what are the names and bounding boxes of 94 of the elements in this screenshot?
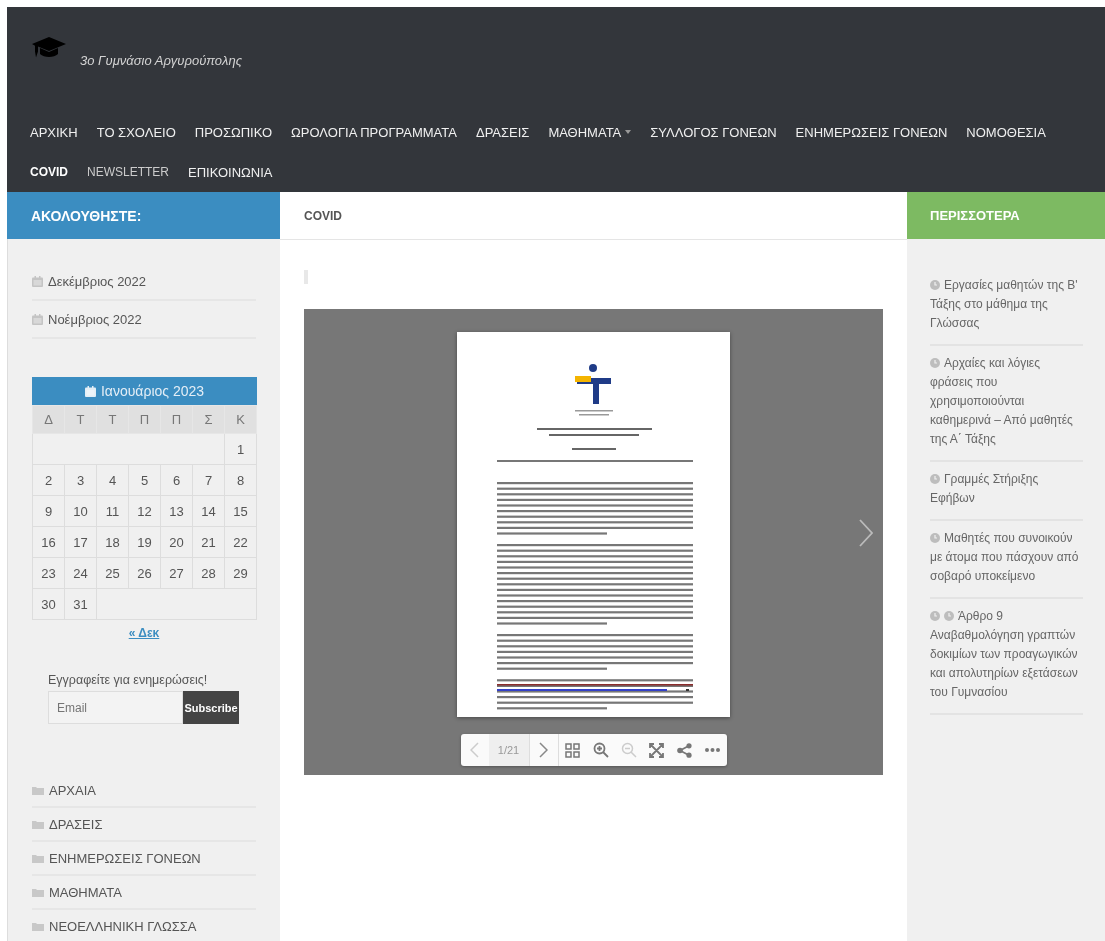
folder-icon <box>32 819 44 829</box>
page-heading: COVID <box>280 192 907 240</box>
calendar-day: 12 <box>128 495 161 527</box>
category-link[interactable]: ΝΕΟΕΛΛΗΝΙΚΗ ΓΛΩΣΣΑ <box>49 918 197 934</box>
post-link[interactable]: Μαθητές που συνοικούν με άτομα που πάσχουν από σοβαρό υποκείμενο <box>930 529 1083 586</box>
nav-link[interactable]: COVID <box>30 152 68 192</box>
calendar-icon <box>84 385 96 397</box>
calendar-day: 11 <box>96 495 129 527</box>
nav-link[interactable]: ΩΡΟΛΟΓΙΑ ΠΡΟΓΡΑΜΜΑΤΑ <box>291 112 457 152</box>
zoom-in-icon <box>592 742 609 758</box>
nav-link[interactable]: ΕΝΗΜΕΡΩΣΕΙΣ ΓΟΝΕΩΝ <box>795 112 948 152</box>
nav-link[interactable]: NEWSLETTER <box>87 152 170 192</box>
weekday-header: Π <box>128 405 161 434</box>
zoom-out-icon <box>620 742 637 758</box>
calendar-day: 22 <box>224 526 257 558</box>
calendar-day: 18 <box>96 526 129 558</box>
calendar-day: 19 <box>128 526 161 558</box>
share-icon <box>677 742 692 758</box>
post-link[interactable]: Άρθρο 9 Αναβαθμολόγηση γραπτών δοκιμίων των προαγωγικών και απολυτηρίων εξετάσεων του Γυμνασίου <box>930 607 1083 702</box>
calendar-day: 24 <box>64 557 97 589</box>
grid-icon <box>565 742 580 758</box>
nav-link[interactable]: ΑΡΧΙΚΗ <box>30 112 78 152</box>
nav-link[interactable]: ΣΥΛΛΟΓΟΣ ΓΟΝΕΩΝ <box>650 112 777 152</box>
calendar-day: 13 <box>160 495 193 527</box>
nav-link[interactable]: ΜΑΘΗΜΑΤΑ <box>548 112 632 152</box>
category-link[interactable]: ΑΡΧΑΙΑ <box>49 782 96 798</box>
calendar-day: 20 <box>160 526 193 558</box>
calendar-day: 9 <box>32 495 65 527</box>
calendar-day: 23 <box>32 557 65 589</box>
calendar-day: 25 <box>96 557 129 589</box>
folder-icon <box>32 921 44 931</box>
nav-link[interactable]: ΤΟ ΣΧΟΛΕΙΟ <box>96 112 176 152</box>
chevron-right-icon <box>539 742 548 758</box>
calendar-day: 29 <box>224 557 257 589</box>
calendar-day: 3 <box>64 464 97 496</box>
category-link[interactable]: ΜΑΘΗΜΑΤΑ <box>49 884 122 900</box>
calendar-icon <box>32 275 43 287</box>
archive-link[interactable]: Δεκέμβριος 2022 <box>48 273 147 289</box>
calendar-day: 31 <box>64 588 97 620</box>
nav-link[interactable]: ΔΡΑΣΕΙΣ <box>475 112 530 152</box>
email-field[interactable]: Email <box>48 691 183 724</box>
folder-icon <box>32 785 44 795</box>
weekday-header: Σ <box>192 405 225 434</box>
folder-icon <box>32 853 44 863</box>
calendar-day: 27 <box>160 557 193 589</box>
post-link[interactable]: Εργασίες μαθητών της Β' Τάξης στο μάθημα της Γλώσσας <box>930 276 1083 333</box>
calendar-day: 14 <box>192 495 225 527</box>
calendar-day: 28 <box>192 557 225 589</box>
calendar-day: 15 <box>224 495 257 527</box>
sidebar-heading: ΑΚΟΛΟΥΘΗΣΤΕ: <box>7 192 280 239</box>
weekday-header: Τ <box>64 405 97 434</box>
calendar-day: 6 <box>160 464 193 496</box>
calendar-day: 8 <box>224 464 257 496</box>
calendar-day: 5 <box>128 464 161 496</box>
weekday-header: Δ <box>32 405 65 434</box>
calendar-month: Ιανουάριος 2023 <box>100 382 205 401</box>
nav-link[interactable]: ΝΟΜΟΘΕΣΙΑ <box>966 112 1046 152</box>
nav-link[interactable]: ΠΡΟΣΩΠΙΚΟ <box>194 112 273 152</box>
calendar-day: 4 <box>96 464 129 496</box>
more-icon <box>705 748 720 752</box>
clock-icon <box>930 474 940 484</box>
clock-icon <box>930 358 940 368</box>
site-title: 3ο Γυμνάσιο Αργυρούπολης <box>80 53 243 68</box>
folder-icon <box>32 887 44 897</box>
weekday-header: Κ <box>224 405 257 434</box>
post-link[interactable]: Γραμμές Στήριξης Εφήβων <box>930 470 1083 508</box>
chevron-right-icon <box>859 519 873 547</box>
calendar-day: 26 <box>128 557 161 589</box>
sidebar-heading: ΠΕΡΙΣΣΟΤΕΡΑ <box>907 192 1105 239</box>
nav-link[interactable]: ΕΠΙΚΟΙΝΩΝΙΑ <box>188 152 273 192</box>
calendar-day: 7 <box>192 464 225 496</box>
category-link[interactable]: ΔΡΑΣΕΙΣ <box>49 816 103 832</box>
fullscreen-icon <box>649 742 664 758</box>
post-link[interactable]: Αρχαίες και λόγιες φράσεις που χρησιμοποιούνται καθημερινά – Από μαθητές της Α΄ Τάξης <box>930 354 1083 449</box>
clock-icon <box>930 533 940 543</box>
graduation-cap-icon <box>32 37 66 59</box>
calendar-icon <box>32 313 43 325</box>
calendar-day: 1 <box>224 433 257 465</box>
weekday-header: Τ <box>96 405 129 434</box>
subscribe-button[interactable]: Subscribe <box>183 691 239 724</box>
calendar-day: 17 <box>64 526 97 558</box>
subscribe-label: Εγγραφείτε για ενημερώσεις! <box>48 673 209 687</box>
calendar-day: 10 <box>64 495 97 527</box>
chevron-left-icon <box>470 742 479 758</box>
calendar-day: 30 <box>32 588 65 620</box>
archive-link[interactable]: Νοέμβριος 2022 <box>48 311 142 327</box>
calendar-day: 21 <box>192 526 225 558</box>
category-link[interactable]: ΕΝΗΜΕΡΩΣΕΙΣ ΓΟΝΕΩΝ <box>49 850 201 866</box>
clock-icon <box>930 280 940 290</box>
weekday-header: Π <box>160 405 193 434</box>
calendar-day: 16 <box>32 526 65 558</box>
clock-icon <box>944 611 954 621</box>
calendar-day: 2 <box>32 464 65 496</box>
clock-icon <box>930 611 940 621</box>
